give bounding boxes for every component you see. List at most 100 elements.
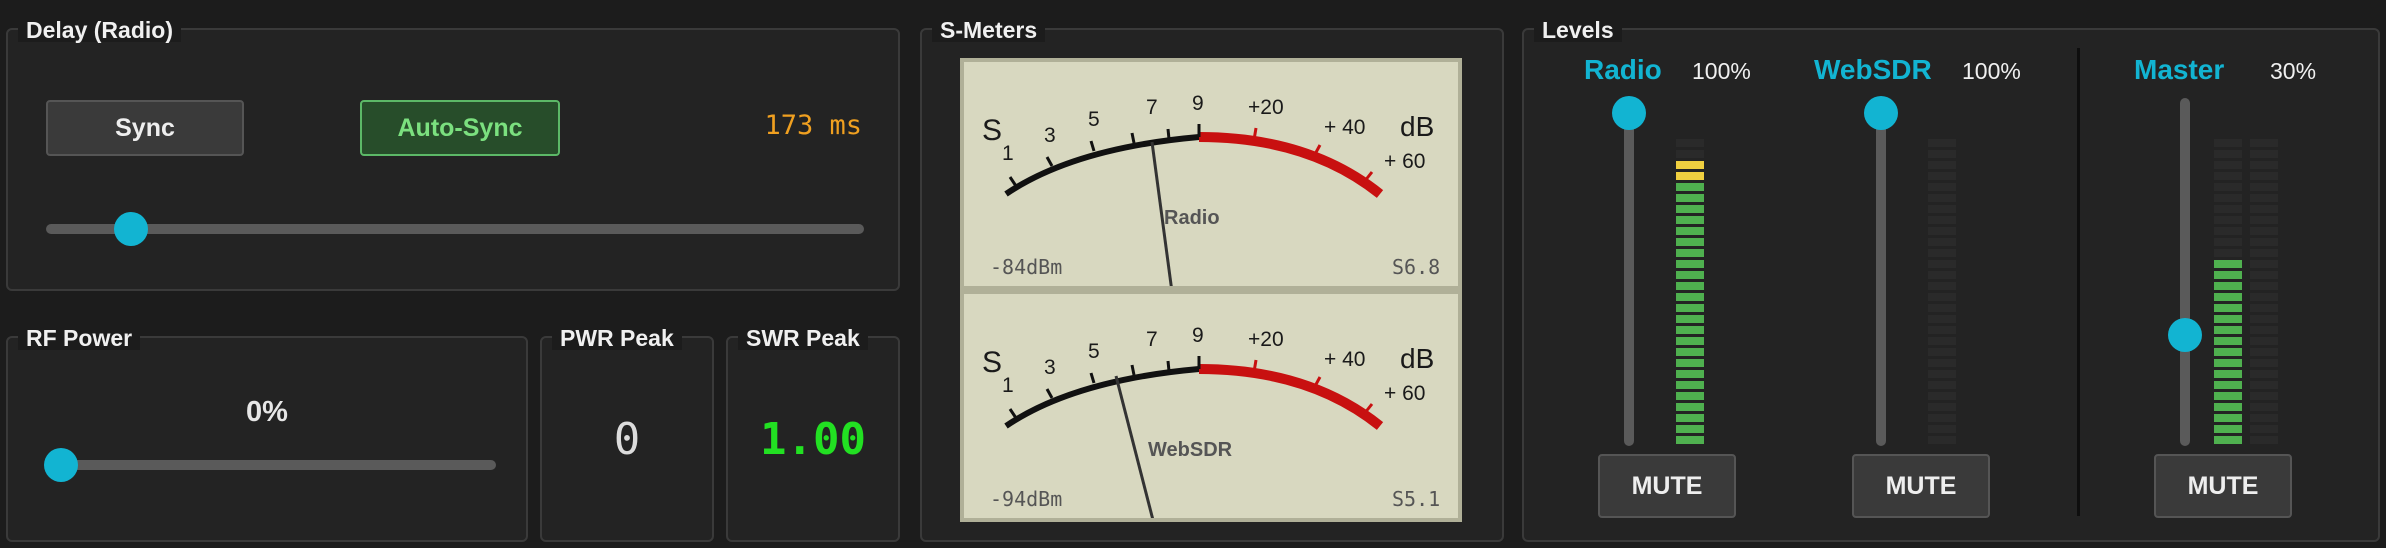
level-segment [2250,260,2278,268]
scale-label-plus40: + 40 [1324,116,1365,139]
delay-slider-track[interactable] [46,224,864,234]
level-segment [2214,326,2242,334]
level-segment [1928,150,1956,158]
level-segment [2214,414,2242,422]
level-segment [1676,337,1704,345]
level-segment [1928,337,1956,345]
s-meter-radio-name: Radio [1164,207,1220,229]
level-segment [2214,370,2242,378]
level-segment [2250,282,2278,290]
rf-power-panel: RF Power 0% [6,326,528,542]
level-segment [1928,425,1956,433]
level-segment [1676,271,1704,279]
fader-track-master[interactable] [2180,98,2190,446]
swr-peak-panel: SWR Peak 1.00 [726,326,900,542]
level-segment [2250,227,2278,235]
s-meters-title: S-Meters [932,18,1046,42]
level-segment [1676,414,1704,422]
level-segment [2214,238,2242,246]
level-segment [2214,282,2242,290]
delay-slider-knob[interactable] [114,212,148,246]
sync-button[interactable]: Sync [46,100,244,156]
level-segment [1676,172,1704,180]
rf-power-value: 0% [246,396,288,428]
levels-divider [2077,48,2080,516]
swr-peak-value: 1.00 [760,414,866,465]
level-segment [2214,216,2242,224]
scale-label-9: 9 [1192,92,1204,115]
level-segment [2214,172,2242,180]
level-segment [1676,293,1704,301]
level-segment [2250,381,2278,389]
scale-label-7: 7 [1146,96,1158,119]
level-segment [1676,227,1704,235]
level-segment [2214,348,2242,356]
level-segment [2214,425,2242,433]
level-segment [2250,238,2278,246]
level-segment [2214,403,2242,411]
level-segment [2250,139,2278,147]
scale-label-db: dB [1400,111,1434,142]
scale-label-plus60: + 60 [1384,150,1425,173]
mute-button-radio[interactable]: MUTE [1598,454,1736,518]
fader-knob-websdr[interactable] [1864,96,1898,130]
fader-knob-radio[interactable] [1612,96,1646,130]
level-segment [1676,161,1704,169]
level-segment [2250,359,2278,367]
auto-sync-button[interactable]: Auto-Sync [360,100,560,156]
level-segment [1676,359,1704,367]
level-segment [1676,370,1704,378]
level-segment [1928,216,1956,224]
fader-track-radio[interactable] [1624,98,1634,446]
scale-label-5: 5 [1088,108,1100,131]
level-segment [2250,271,2278,279]
level-segment [1676,194,1704,202]
rf-power-slider-knob[interactable] [44,448,78,482]
level-segment [2214,337,2242,345]
svg-text:+ 60: + 60 [1384,382,1425,405]
level-segment [1928,260,1956,268]
level-segment [2250,392,2278,400]
svg-text:7: 7 [1146,328,1158,351]
s-meter-websdr-dbm: -94dBm [990,487,1062,511]
fader-knob-master[interactable] [2168,318,2202,352]
svg-text:1: 1 [1002,374,1014,397]
s-meter-websdr: S 1 3 5 7 9 +20 + 40 + 60 dB WebSDR -94d… [960,290,1462,522]
level-segment [2214,194,2242,202]
scale-label-3: 3 [1044,124,1056,147]
rf-power-slider-track[interactable] [50,460,496,470]
level-segment [2214,359,2242,367]
s-meter-websdr-name: WebSDR [1148,439,1233,461]
level-segment [1928,238,1956,246]
level-segment [2250,161,2278,169]
level-meter-websdr [1928,124,1956,444]
level-segment [1676,436,1704,444]
s-meter-radio-reading: S6.8 [1392,255,1440,279]
level-segment [2250,414,2278,422]
level-segment [2250,216,2278,224]
delay-panel: Delay (Radio) Sync Auto-Sync 173 ms [6,18,900,291]
level-segment [2250,425,2278,433]
mute-button-websdr[interactable]: MUTE [1852,454,1990,518]
level-segment [2214,392,2242,400]
fader-track-websdr[interactable] [1876,98,1886,446]
svg-text:S: S [982,346,1002,379]
level-segment [1928,370,1956,378]
s-meter-radio-dbm: -84dBm [990,255,1062,279]
mute-button-master[interactable]: MUTE [2154,454,2292,518]
level-segment [1928,205,1956,213]
level-segment [2214,227,2242,235]
level-meter-master-left [2214,124,2242,444]
level-segment [2214,260,2242,268]
level-segment [1676,183,1704,191]
level-segment [1676,249,1704,257]
level-segment [1928,392,1956,400]
pwr-peak-value: 0 [613,414,641,465]
level-segment [1928,348,1956,356]
s-meter-websdr-reading: S5.1 [1392,487,1440,511]
level-segment [2250,403,2278,411]
level-segment [1676,139,1704,147]
level-segment [1928,304,1956,312]
level-segment [2214,150,2242,158]
level-segment [1928,227,1956,235]
